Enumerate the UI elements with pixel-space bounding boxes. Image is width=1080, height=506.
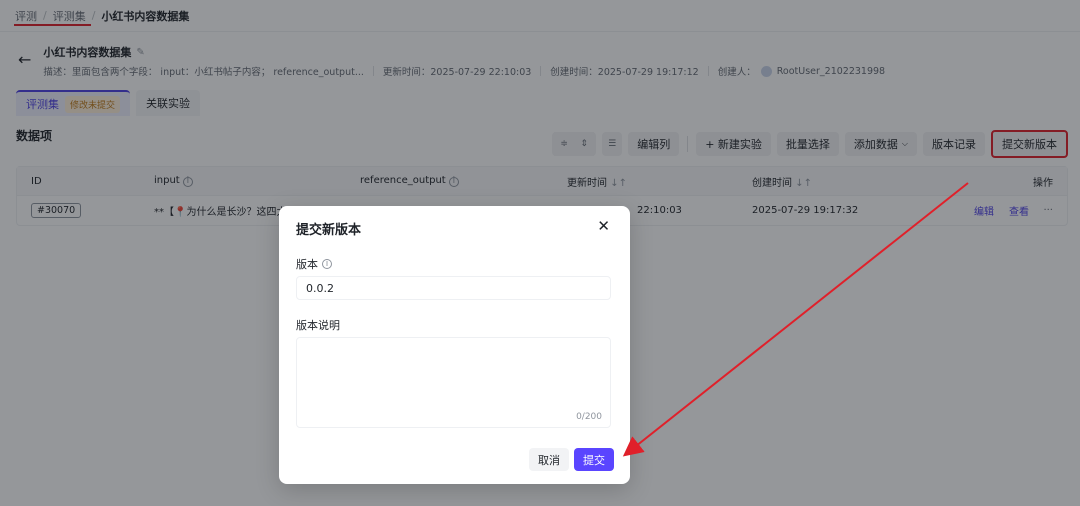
annotation-arrow-line [622, 182, 969, 457]
annotation-arrow [622, 182, 969, 457]
